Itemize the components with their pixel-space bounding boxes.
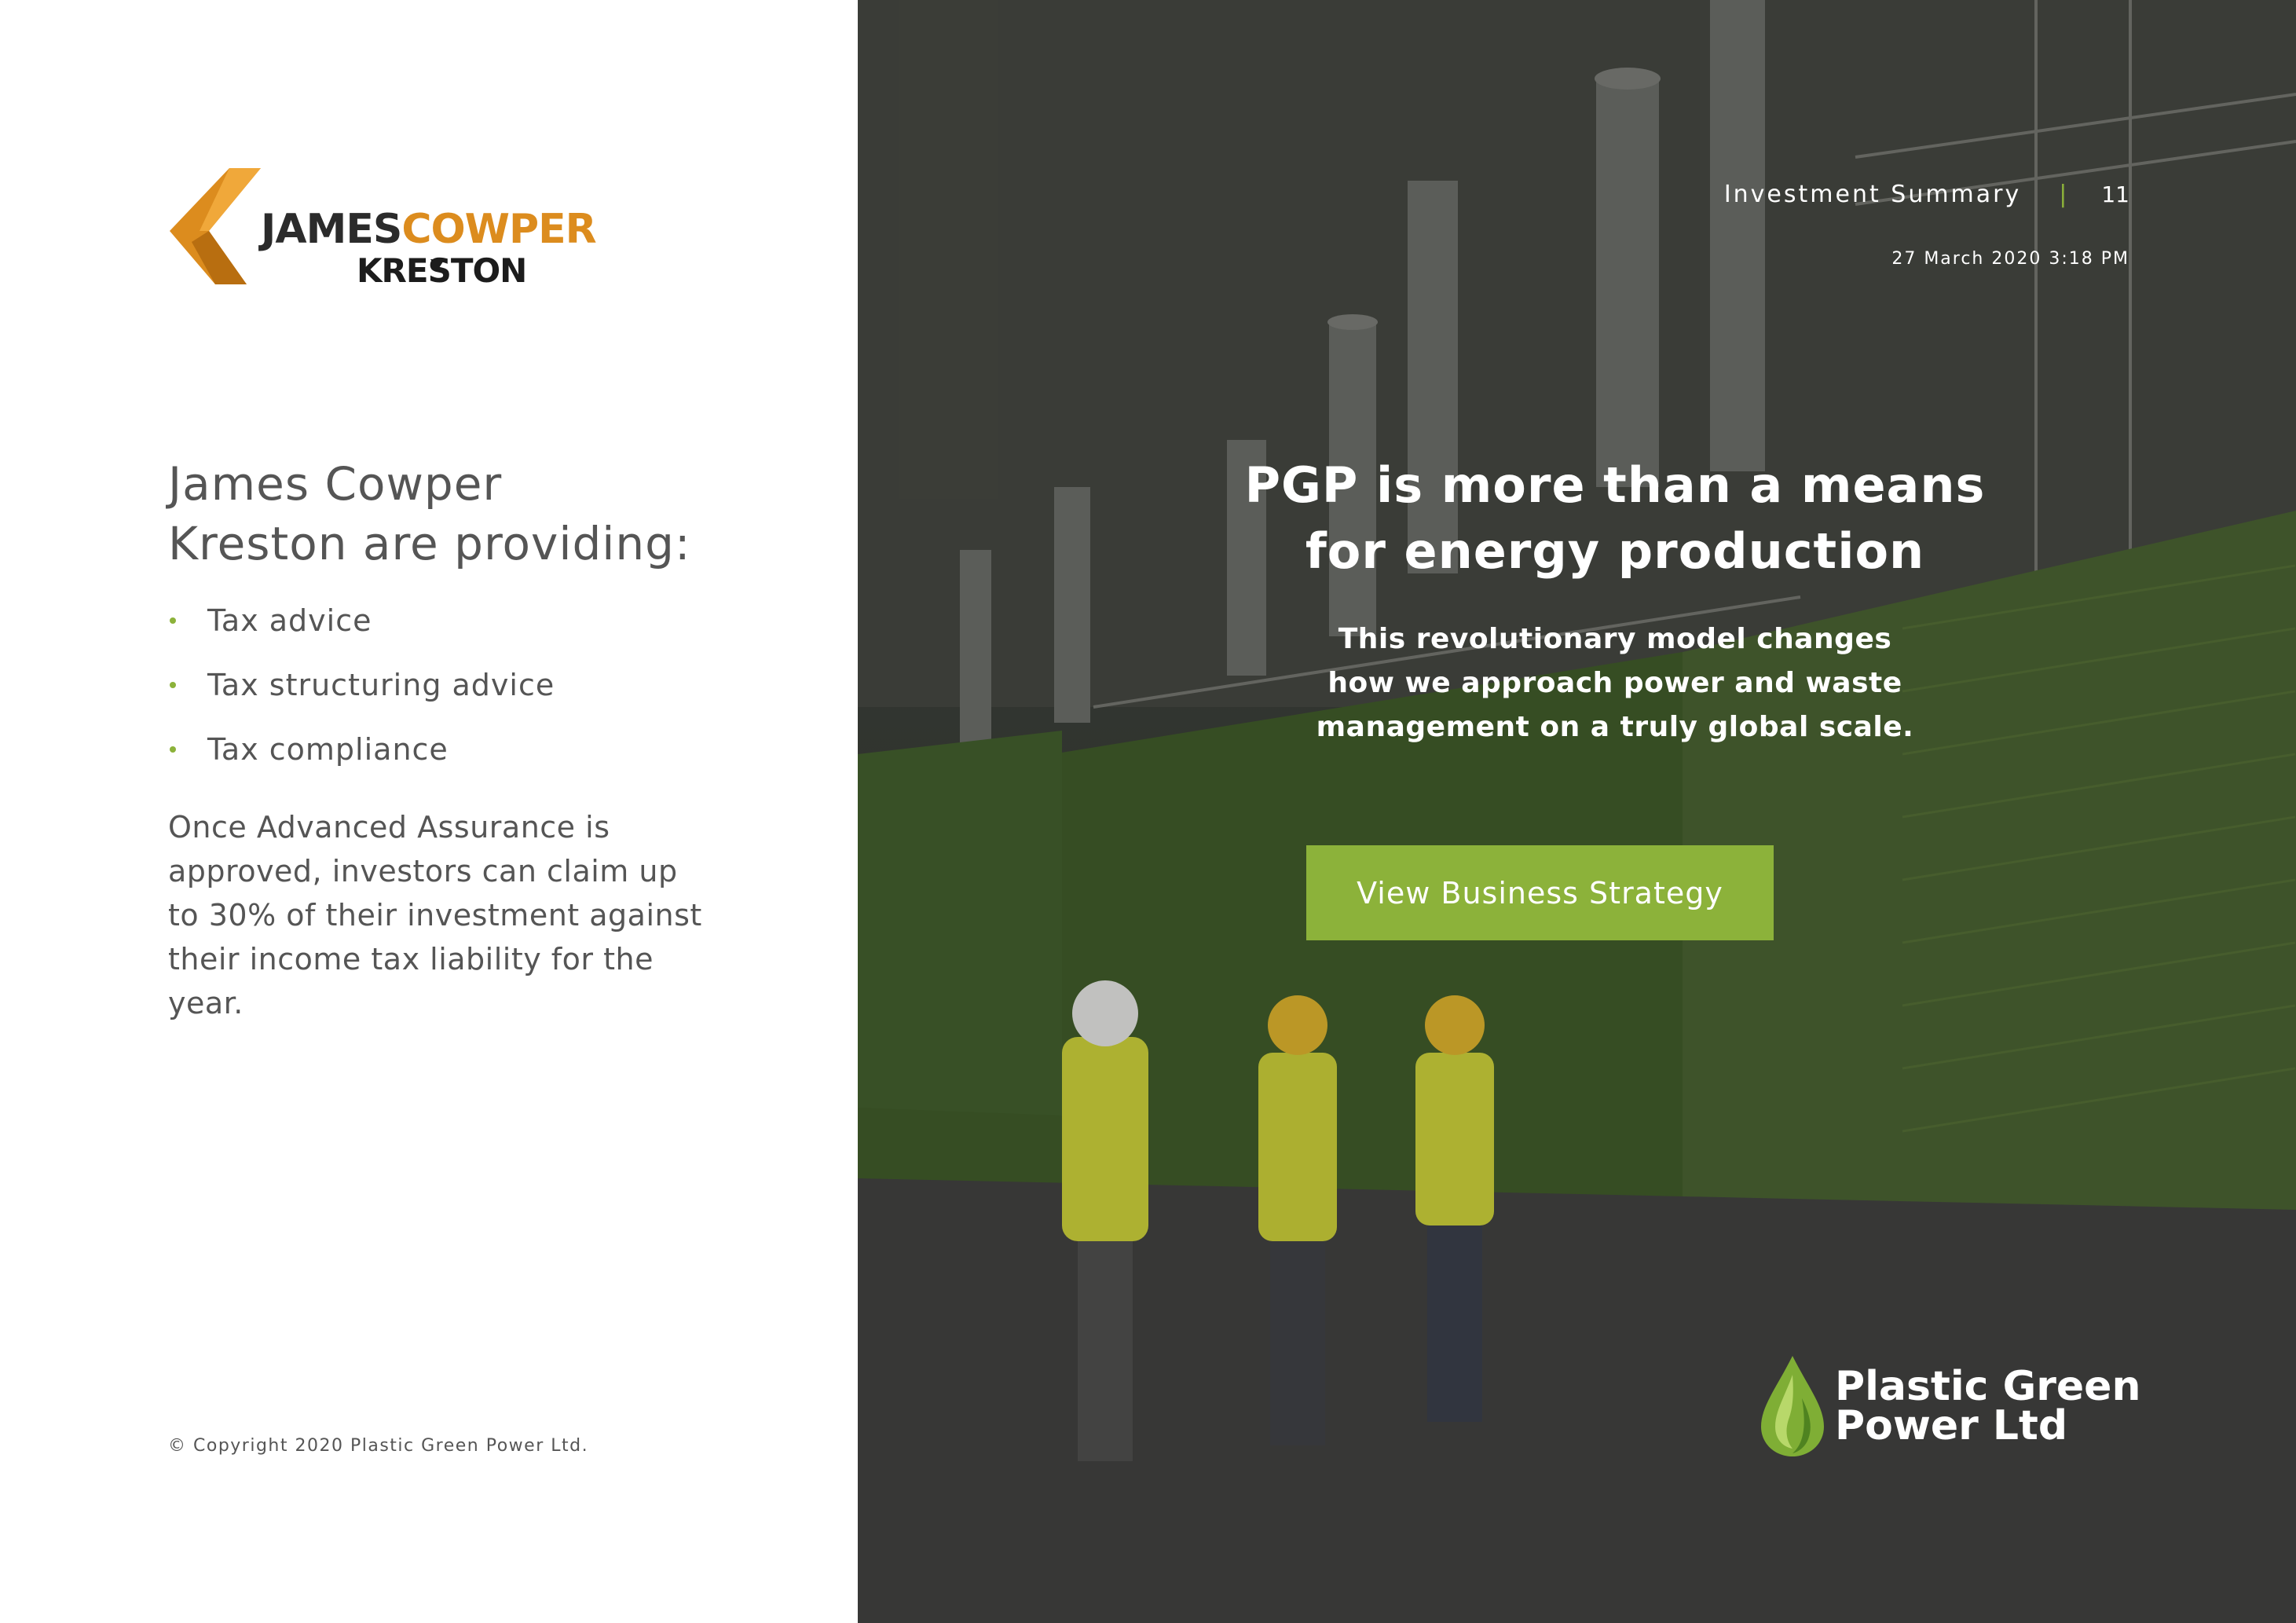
list-item: Tax structuring advice — [168, 661, 555, 726]
section-title: Investment Summary — [1723, 181, 2022, 208]
bullet-icon — [170, 682, 176, 688]
datetime-stamp: 27 March 2020 3:18 PM — [1891, 249, 2129, 269]
logo-wordmark-kreston: KRESTON — [357, 251, 527, 290]
hero-panel: Investment Summary | 11 27 March 2020 3:18… — [858, 0, 2296, 1623]
list-item: Tax advice — [168, 597, 555, 661]
bullet-icon — [170, 746, 176, 753]
chevron-logo-icon — [170, 168, 261, 284]
hero-subtext: This revolutionary model changes how we … — [1316, 623, 1914, 743]
services-list: Tax advice Tax structuring advice Tax co… — [168, 597, 555, 790]
intro-heading: James Cowper Kreston are providing: — [168, 457, 691, 570]
copyright-notice: © Copyright 2020 Plastic Green Power Ltd… — [168, 1436, 589, 1456]
logo-wordmark: JAMESCOWPER — [261, 206, 597, 253]
view-business-strategy-button[interactable]: View Business Strategy — [1306, 845, 1774, 940]
list-item: Tax compliance — [168, 726, 555, 790]
pgp-wordmark: Plastic Green Power Ltd — [1835, 1363, 2141, 1449]
bullet-icon — [170, 617, 176, 624]
green-droplet-icon — [1761, 1356, 1824, 1456]
assurance-paragraph: Once Advanced Assurance is approved, inv… — [168, 810, 702, 1020]
hero-headline: PGP is more than a means for energy prod… — [1244, 456, 1986, 580]
page-number: 11 — [2101, 181, 2129, 207]
page-meta: Investment Summary | 11 27 March 2020 3:18… — [1724, 181, 2129, 269]
plastic-green-power-logo: Plastic Green Power Ltd — [1753, 1351, 2146, 1461]
section-line: Investment Summary | 11 — [1724, 181, 2129, 208]
header-separator: | — [2059, 181, 2067, 208]
james-cowper-kreston-logo: JAMESCOWPER KRESTON — [168, 167, 624, 292]
left-panel: JAMESCOWPER KRESTON James Cowper Kreston… — [0, 0, 858, 1623]
